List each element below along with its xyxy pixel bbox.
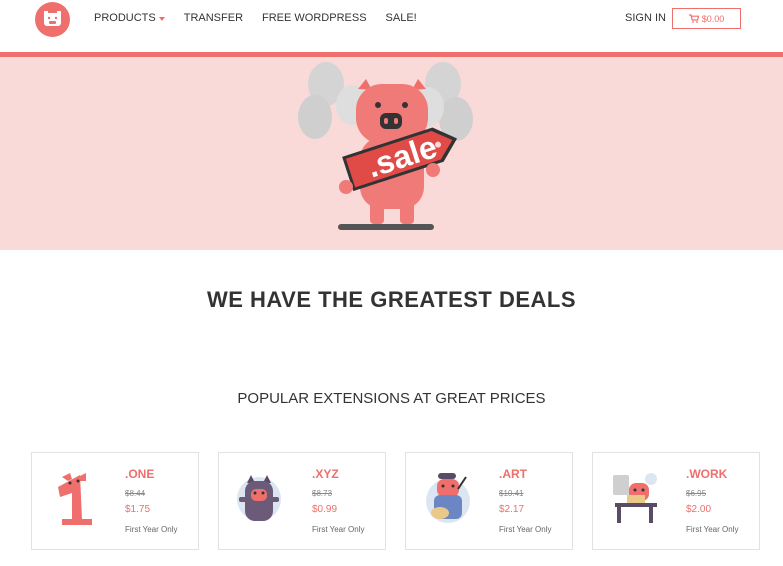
cart-button[interactable]: $0.00: [672, 8, 741, 29]
hero-banner: .sale: [0, 57, 783, 250]
worker-pig-desk-icon: [613, 473, 657, 523]
nav-sale[interactable]: SALE!: [386, 12, 417, 24]
old-price: $6.95: [686, 489, 707, 498]
artist-pig-icon: [426, 473, 470, 523]
nav-transfer[interactable]: TRANSFER: [184, 12, 243, 24]
nav-products[interactable]: PRODUCTS: [94, 12, 165, 24]
nav-free-wordpress-label: FREE WORDPRESS: [262, 12, 367, 24]
nav-transfer-label: TRANSFER: [183, 12, 244, 24]
extension-card-one[interactable]: .ONE $8.44 $1.75 First Year Only: [31, 452, 199, 550]
extension-card-art[interactable]: .ART $10.41 $2.17 First Year Only: [405, 452, 573, 550]
main-nav: PRODUCTS TRANSFER FREE WORDPRESS SALE!: [94, 12, 436, 24]
new-price: $2.00: [686, 504, 712, 515]
old-price: $8.44: [125, 489, 146, 498]
extension-name: .XYZ: [312, 467, 339, 481]
chevron-down-icon: [158, 16, 165, 21]
section-subheading: POPULAR EXTENSIONS AT GREAT PRICES: [237, 390, 546, 407]
sign-in-link[interactable]: SIGN IN: [625, 12, 666, 24]
new-price: $1.75: [125, 504, 151, 515]
price-note: First Year Only: [499, 525, 552, 534]
monster-pig-icon: [237, 475, 281, 521]
cart-total: $0.00: [701, 13, 725, 24]
old-price: $10.41: [499, 489, 524, 498]
new-price: $0.99: [312, 504, 338, 515]
logo[interactable]: [35, 2, 70, 37]
extension-name: .ART: [499, 467, 527, 481]
pig-logo-icon: [44, 11, 61, 26]
extension-name: .WORK: [686, 467, 728, 481]
old-price: $8.73: [312, 489, 333, 498]
price-note: First Year Only: [312, 525, 365, 534]
extension-card-xyz[interactable]: .XYZ $8.73 $0.99 First Year Only: [218, 452, 386, 550]
nav-free-wordpress[interactable]: FREE WORDPRESS: [262, 12, 367, 24]
extension-name: .ONE: [125, 467, 155, 481]
price-note: First Year Only: [125, 525, 178, 534]
cart-icon: [688, 14, 699, 23]
nav-products-label: PRODUCTS: [94, 12, 156, 24]
page-headline: WE HAVE THE GREATEST DEALS: [206, 287, 577, 312]
nav-sale-label: SALE!: [385, 12, 417, 24]
sale-pig-illustration: .sale: [298, 62, 473, 230]
site-header: PRODUCTS TRANSFER FREE WORDPRESS SALE! S…: [0, 0, 783, 52]
new-price: $2.17: [499, 504, 525, 515]
price-note: First Year Only: [686, 525, 739, 534]
extension-card-work[interactable]: .WORK $6.95 $2.00 First Year Only: [592, 452, 760, 550]
number-one-pig-icon: [58, 473, 92, 525]
